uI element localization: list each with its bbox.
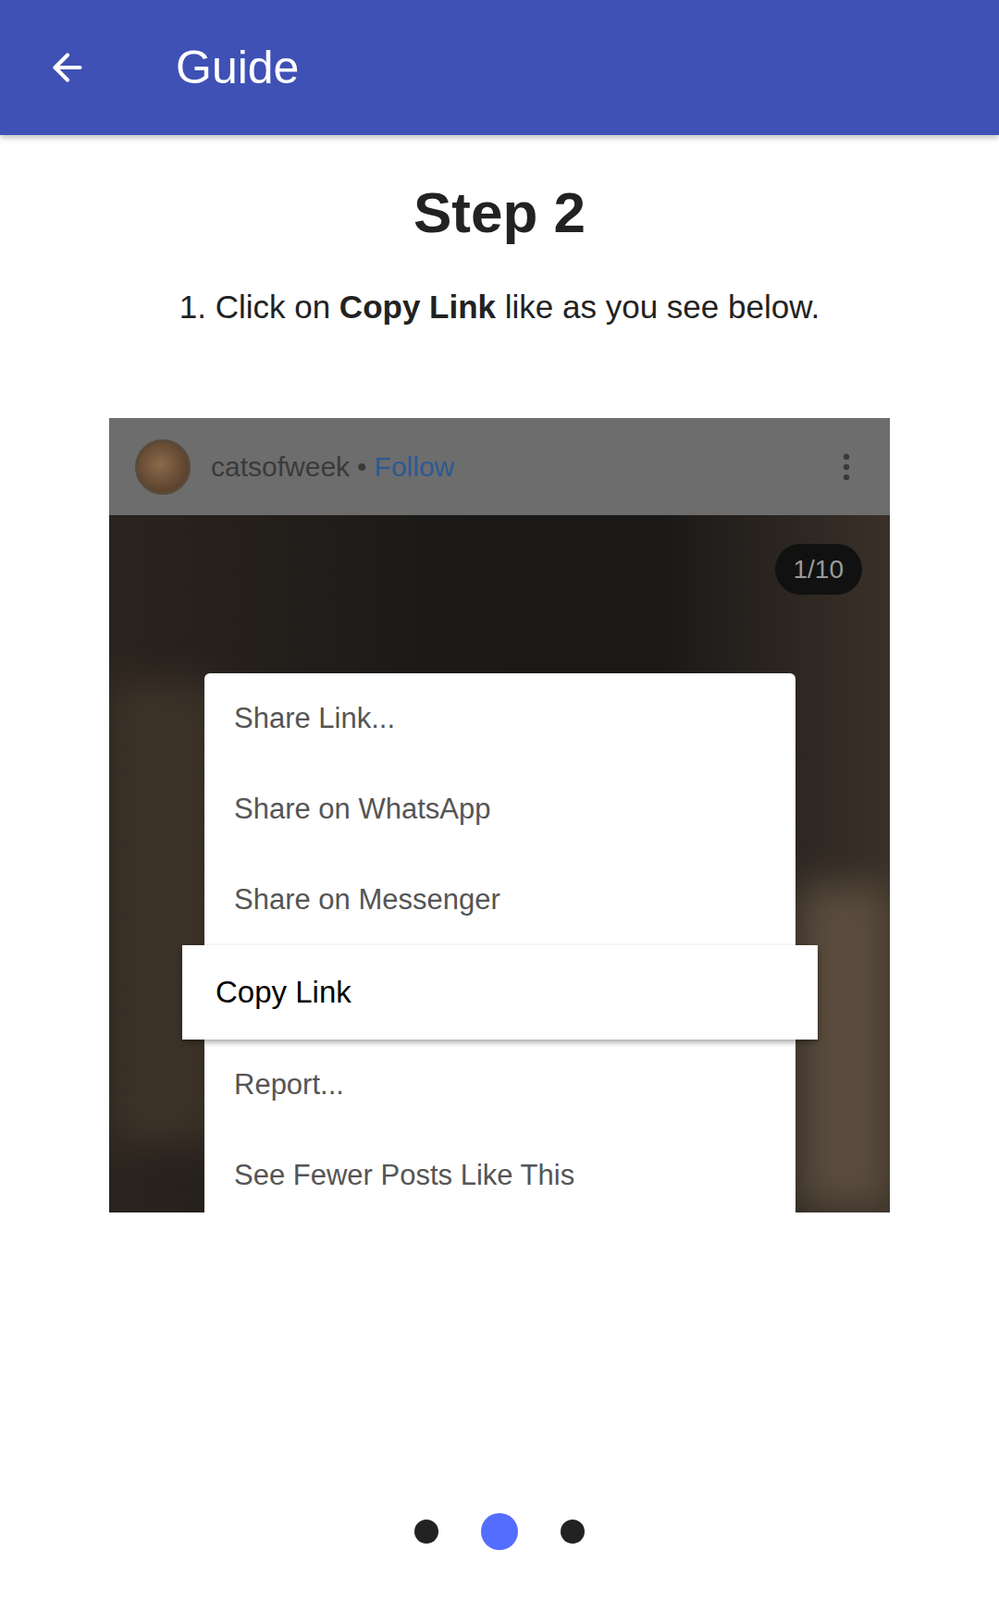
menu-item[interactable]: Share on Messenger — [204, 854, 796, 946]
page-dot[interactable] — [414, 1519, 439, 1544]
app-bar: Guide — [0, 0, 999, 136]
post-photo: 1/10 Share Link...Share on WhatsAppShare … — [109, 515, 890, 1213]
page-indicator — [0, 1513, 999, 1551]
follow-link[interactable]: Follow — [374, 445, 456, 488]
page-dot[interactable] — [560, 1519, 585, 1544]
menu-item[interactable]: Report... — [204, 1039, 796, 1131]
menu-item[interactable]: See Fewer Posts Like This — [204, 1130, 796, 1213]
example-screenshot: catsofweek•Follow1/10Share Link...Share … — [109, 418, 890, 1213]
back-button[interactable] — [45, 45, 90, 90]
app-bar-title: Guide — [175, 33, 299, 103]
context-menu: Share Link...Share on WhatsAppShare on M… — [204, 673, 796, 1213]
page-dot[interactable] — [481, 1513, 518, 1551]
arrow-left-icon — [46, 46, 89, 89]
menu-item[interactable]: Share on WhatsApp — [204, 764, 796, 855]
username: catsofweek — [210, 445, 350, 488]
post-header: catsofweek•Follow — [109, 418, 890, 516]
step-title: Step 2 — [0, 177, 999, 248]
step-instruction: 1. Click on Copy Link like as you see be… — [0, 284, 999, 330]
menu-item-highlighted[interactable]: Copy Link — [182, 945, 818, 1040]
photo-counter: 1/10 — [775, 543, 864, 595]
separator: • — [357, 445, 368, 488]
avatar — [135, 439, 191, 495]
more-icon[interactable] — [828, 449, 864, 485]
menu-item[interactable]: Share Link... — [204, 673, 796, 765]
guide-screen: Guide Step 2 1. Click on Copy Link like as… — [0, 0, 999, 1600]
